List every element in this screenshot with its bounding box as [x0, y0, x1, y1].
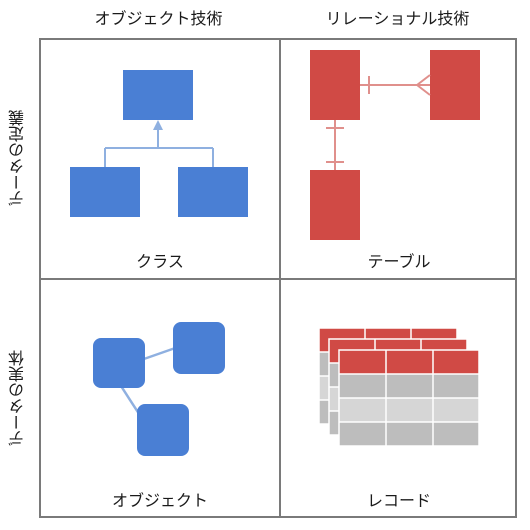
- inheritance-arrowhead: [153, 120, 163, 130]
- table-relationship-diagram: [310, 50, 480, 240]
- cell-record: レコード: [281, 280, 517, 518]
- class-hierarchy-diagram: [70, 70, 248, 217]
- object-graph-diagram: [93, 322, 225, 456]
- child-class-box-right: [178, 167, 248, 217]
- cell-label-table: テーブル: [367, 252, 431, 271]
- column-header-object-tech: オブジェクト技術: [94, 9, 223, 28]
- object-node-top-right: [173, 322, 225, 374]
- table-box-right: [430, 50, 480, 120]
- object-node-left: [93, 338, 145, 388]
- child-class-box-left: [70, 167, 140, 217]
- parent-class-box: [123, 70, 193, 120]
- cell-class: クラス: [41, 40, 279, 278]
- cell-object: オブジェクト: [41, 280, 279, 518]
- object-node-bottom: [137, 404, 189, 456]
- column-header-relational-tech: リレーショナル技術: [325, 9, 470, 28]
- cell-label-record: レコード: [366, 491, 431, 510]
- relation-crowfoot-top: [416, 74, 431, 86]
- table-box-main: [310, 50, 360, 120]
- cell-table: テーブル: [281, 40, 517, 278]
- record-table-front: [338, 349, 480, 447]
- cell-label-object: オブジェクト: [111, 491, 208, 510]
- row-header-data-instance: データの実体: [8, 350, 27, 446]
- record-tables-diagram: [318, 327, 480, 447]
- relation-crowfoot-bottom: [416, 84, 431, 96]
- cell-label-class: クラス: [136, 252, 184, 271]
- table-box-bottom: [310, 170, 360, 240]
- comparison-grid: クラス テーブル オブジェクト レコード: [39, 38, 517, 518]
- row-header-data-definition: データの定義: [8, 110, 27, 206]
